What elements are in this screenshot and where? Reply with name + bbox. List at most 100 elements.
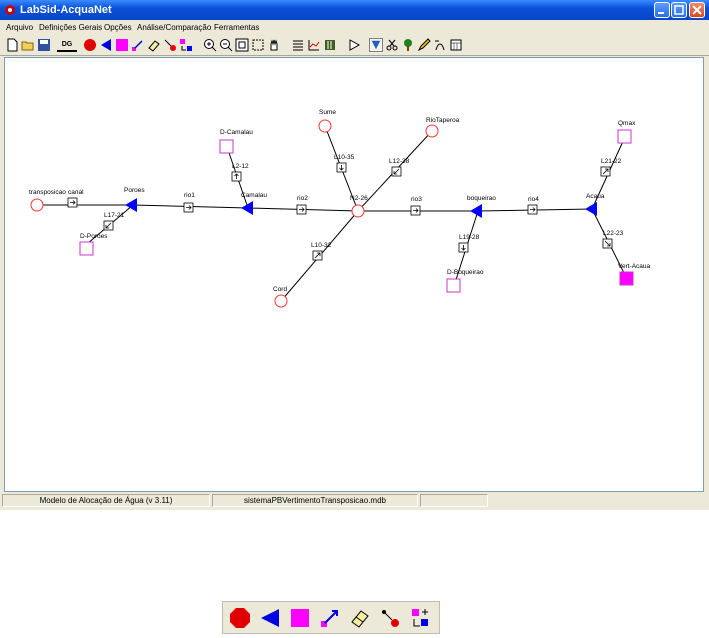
eraser-icon[interactable]: [147, 38, 161, 52]
link-label-l1721: L17-21: [104, 212, 125, 219]
dg-button[interactable]: DG: [57, 38, 77, 52]
sink-node-icon[interactable]: [289, 607, 311, 629]
reservoir-icon[interactable]: [259, 607, 281, 629]
link-label-rio2: rio2: [297, 195, 308, 202]
node-label-transposicao: transposicao: [29, 189, 66, 196]
sink-node-dcamalau[interactable]: [219, 139, 234, 154]
zoom-window-icon[interactable]: [251, 38, 265, 52]
link-box-canal[interactable]: [67, 197, 78, 208]
demand-node-icon[interactable]: [83, 38, 97, 52]
link-box-l1928[interactable]: [458, 242, 469, 253]
link-box-l1032[interactable]: [312, 250, 323, 261]
reduce-link-icon[interactable]: [163, 38, 177, 52]
link-icon[interactable]: [319, 607, 341, 629]
menu-opcoes[interactable]: Opções: [104, 23, 132, 32]
node-label-cord: Cord: [273, 286, 287, 293]
node-label-riotaperoa: RioTaperoa: [426, 117, 460, 124]
demand-node-n26[interactable]: [351, 204, 365, 218]
window-title: LabSid-AcquaNet: [20, 4, 112, 16]
sink-node-icon[interactable]: [115, 38, 129, 52]
node-label-vertacaua: Vert-Acaua: [618, 263, 651, 270]
demand-node-icon[interactable]: [229, 607, 251, 629]
status-empty: [420, 494, 488, 507]
sink-node-qmax[interactable]: [617, 129, 632, 144]
run-icon[interactable]: [347, 38, 361, 52]
node-label-poroes: Poroes: [124, 187, 145, 194]
calendar-icon[interactable]: [449, 38, 463, 52]
title-bar: LabSid-AcquaNet: [0, 0, 709, 20]
node-label-dporoes: D-Poroes: [80, 233, 108, 240]
link-icon[interactable]: [131, 38, 145, 52]
link-box-l2223[interactable]: [602, 238, 613, 249]
sink-node-dboqueirao[interactable]: [446, 278, 461, 293]
menu-analise-comparacao[interactable]: Análise/Comparação: [137, 23, 211, 32]
pan-hand-icon[interactable]: [267, 38, 281, 52]
demand-node-transposicao[interactable]: [30, 198, 44, 212]
reduce-link-icon[interactable]: [379, 607, 401, 629]
node-label-camalau: Camalau: [241, 192, 267, 199]
link-box-l2122[interactable]: [600, 166, 611, 177]
network-canvas[interactable]: transposicao Poroes Camalau N2-26 boquei…: [4, 57, 704, 492]
link-label-rio3: rio3: [411, 196, 422, 203]
sink-node-vertacaua[interactable]: [619, 271, 634, 286]
status-file: sistemaPBVertimentoTransposicao.mdb: [212, 494, 418, 507]
menu-arquivo[interactable]: Arquivo: [6, 23, 33, 32]
node-label-acaua: Acaua: [586, 193, 605, 200]
eraser-icon[interactable]: [349, 607, 371, 629]
link-label-l212: L2-12: [232, 163, 249, 170]
link-label-l1032: L10-32: [311, 242, 332, 249]
app-window: LabSid-AcquaNet Arquivo Definições Gerai…: [0, 0, 709, 510]
new-file-icon[interactable]: [5, 38, 19, 52]
demand-node-sume[interactable]: [318, 119, 332, 133]
link-label-l1928: L19-28: [459, 234, 480, 241]
minimize-button[interactable]: [654, 2, 670, 18]
status-model: Modelo de Alocação de Água (v 3.11): [2, 494, 210, 507]
reservoir-acaua[interactable]: [585, 202, 597, 216]
chart-icon[interactable]: [307, 38, 321, 52]
filter-icon[interactable]: [369, 38, 383, 52]
reservoir-icon[interactable]: [99, 38, 113, 52]
node-label-dcamalau: D-Camalau: [220, 129, 253, 136]
save-icon[interactable]: [37, 38, 51, 52]
node-tools-panel: [222, 601, 440, 634]
link-label-l1238: L12-38: [389, 158, 410, 165]
link-box-l1721[interactable]: [103, 220, 114, 231]
menu-definicoes-gerais[interactable]: Definições Gerais: [39, 23, 102, 32]
zoom-in-icon[interactable]: [203, 38, 217, 52]
menu-bar: Arquivo Definições Gerais Opções Análise…: [0, 20, 709, 35]
link-box-rio2[interactable]: [296, 204, 307, 215]
tree-icon[interactable]: [401, 38, 415, 52]
maximize-button[interactable]: [671, 2, 687, 18]
close-icon: [692, 5, 702, 15]
minimize-icon: [658, 12, 664, 14]
menu-ferramentas[interactable]: Ferramentas: [214, 23, 259, 32]
link-box-l1238[interactable]: [391, 166, 402, 177]
link-label-rio1: rio1: [184, 192, 195, 199]
link-box-l1035[interactable]: [336, 162, 347, 173]
link-box-l212[interactable]: [231, 171, 242, 182]
zoom-out-icon[interactable]: [219, 38, 233, 52]
reservoir-camalau[interactable]: [241, 201, 253, 215]
link-label-l2223: L22-23: [603, 230, 624, 237]
sink-node-dporoes[interactable]: [79, 241, 94, 256]
move-node-icon[interactable]: [179, 38, 193, 52]
open-folder-icon[interactable]: [21, 38, 35, 52]
link-box-rio3[interactable]: [410, 205, 421, 216]
scissors-icon[interactable]: [385, 38, 399, 52]
list-icon[interactable]: [291, 38, 305, 52]
data-icon[interactable]: [433, 38, 447, 52]
node-label-boqueirao: boqueirao: [467, 195, 496, 202]
demand-node-cord[interactable]: [274, 294, 288, 308]
book-icon[interactable]: [323, 38, 337, 52]
link-label-canal: canal: [68, 189, 84, 196]
demand-node-riotaperoa[interactable]: [425, 124, 439, 138]
pencil-icon[interactable]: [417, 38, 431, 52]
node-label-qmax: Qmax: [618, 120, 636, 127]
move-node-icon[interactable]: [409, 607, 431, 629]
close-button[interactable]: [689, 2, 705, 18]
link-box-rio4[interactable]: [527, 204, 538, 215]
link-box-rio1[interactable]: [183, 202, 194, 213]
zoom-fit-icon[interactable]: [235, 38, 249, 52]
app-icon: [5, 5, 15, 15]
link-label-l1035: L10-35: [334, 154, 355, 161]
